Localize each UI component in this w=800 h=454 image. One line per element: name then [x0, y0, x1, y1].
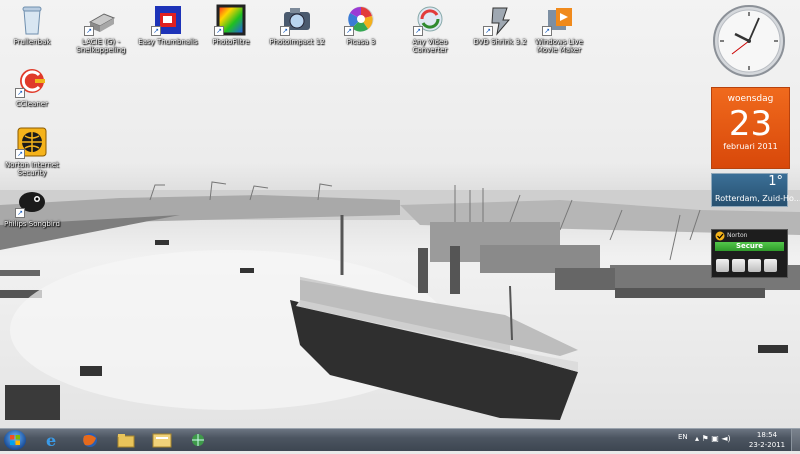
- icon-label: Philips Songbird: [4, 220, 60, 228]
- photofiltre-icon: ↗: [214, 4, 248, 36]
- network-icon[interactable]: ▣: [711, 434, 719, 443]
- shortcut-arrow-icon: ↗: [15, 88, 25, 98]
- norton-brand: Norton: [727, 232, 748, 239]
- svg-text:e: e: [46, 431, 56, 449]
- taskbar-folder[interactable]: [112, 431, 140, 449]
- taskbar: e EN ▴ ⚑ ▣ ◄) 18:54 23-2-2011: [0, 428, 800, 451]
- easy-thumbnails-icon: ↗: [151, 4, 185, 36]
- desktop-icon-philips-songbird[interactable]: ↗ Philips Songbird: [0, 186, 64, 228]
- flag-icon[interactable]: ⚑: [702, 434, 709, 443]
- clock-time: 18:54: [756, 431, 778, 439]
- network-globe-icon: [192, 434, 204, 446]
- desktop-icon-ccleaner[interactable]: ↗ CCleaner: [0, 66, 64, 108]
- icon-label: Prullenbak: [13, 38, 51, 46]
- desktop-icon-picasa[interactable]: ↗ Picasa 3: [329, 4, 393, 46]
- shortcut-arrow-icon: ↗: [214, 26, 224, 36]
- internet-explorer-icon: e: [46, 431, 56, 450]
- icon-label: CCleaner: [16, 100, 48, 108]
- tray-arrow-icon[interactable]: ▴: [695, 434, 699, 443]
- firefox-icon: [83, 433, 97, 447]
- folder-icon: [117, 434, 135, 448]
- desktop-icon-lacie-drive[interactable]: ↗ LACIE (G) - Snelkoppeling: [69, 4, 133, 54]
- icon-label: Windows Live Movie Maker: [535, 38, 583, 54]
- shortcut-arrow-icon: ↗: [542, 26, 552, 36]
- ccleaner-icon: ↗: [15, 66, 49, 98]
- desktop-icon-recycle-bin[interactable]: Prullenbak: [0, 4, 64, 46]
- icon-label: Picasa 3: [346, 38, 376, 46]
- icon-label: Norton Internet Security: [5, 161, 59, 177]
- file-explorer-icon: [152, 433, 172, 448]
- norton-scan-icon[interactable]: [716, 259, 729, 272]
- calendar-gadget[interactable]: woensdag 23 februari 2011: [711, 87, 790, 169]
- taskbar-clock[interactable]: 18:54 23-2-2011: [746, 430, 788, 450]
- norton-globe-icon: ↗: [15, 127, 49, 159]
- norton-tools-icon[interactable]: [732, 259, 745, 272]
- weather-gadget[interactable]: 1° Rotterdam, Zuid-Ho...: [711, 173, 800, 207]
- volume-icon[interactable]: ◄): [721, 434, 730, 443]
- language-indicator[interactable]: EN: [678, 433, 688, 441]
- desktop-icon-dvd-shrink[interactable]: ↗ DVD Shrink 3.2: [468, 4, 532, 46]
- weather-location: Rotterdam, Zuid-Ho...: [715, 194, 800, 203]
- songbird-icon: ↗: [15, 186, 49, 218]
- taskbar-firefox[interactable]: [76, 431, 104, 449]
- recycle-bin-icon: [15, 4, 49, 36]
- shortcut-arrow-icon: ↗: [15, 208, 25, 218]
- desktop-icon-any-video-converter[interactable]: ↗ Any Video Converter: [398, 4, 462, 54]
- drive-icon: ↗: [84, 4, 118, 36]
- norton-check-icon: [715, 231, 725, 241]
- clock-gadget[interactable]: [712, 4, 786, 78]
- video-converter-icon: ↗: [413, 4, 447, 36]
- norton-settings-icon[interactable]: [748, 259, 761, 272]
- weather-temperature: 1°: [768, 174, 783, 189]
- shortcut-arrow-icon: ↗: [413, 26, 423, 36]
- camera-icon: ↗: [280, 4, 314, 36]
- windows-logo-icon: [10, 435, 20, 445]
- picasa-icon: ↗: [344, 4, 378, 36]
- system-tray-icons[interactable]: ▴ ⚑ ▣ ◄): [695, 434, 731, 443]
- taskbar-explorer[interactable]: [148, 431, 176, 449]
- icon-label: DVD Shrink 3.2: [473, 38, 527, 46]
- start-button[interactable]: [4, 430, 26, 450]
- desktop-icon-photoimpact[interactable]: ↗ PhotoImpact 12: [265, 4, 329, 46]
- shortcut-arrow-icon: ↗: [84, 26, 94, 36]
- desktop-wallpaper: [0, 0, 800, 428]
- icon-label: Easy Thumbnails: [138, 38, 198, 46]
- shortcut-arrow-icon: ↗: [344, 26, 354, 36]
- norton-gadget[interactable]: Norton Secure: [711, 229, 788, 278]
- shortcut-arrow-icon: ↗: [15, 149, 25, 159]
- desktop-icon-movie-maker[interactable]: ↗ Windows Live Movie Maker: [527, 4, 591, 54]
- icon-label: LACIE (G) - Snelkoppeling: [76, 38, 126, 54]
- norton-status: Secure: [715, 242, 784, 251]
- shortcut-arrow-icon: ↗: [483, 26, 493, 36]
- desktop-icon-easy-thumbnails[interactable]: ↗ Easy Thumbnails: [136, 4, 200, 46]
- taskbar-internet-explorer[interactable]: e: [38, 431, 66, 450]
- taskbar-network[interactable]: [184, 431, 212, 449]
- desktop-icon-norton-internet-security[interactable]: ↗ Norton Internet Security: [0, 127, 64, 177]
- desktop-icon-photofiltre[interactable]: ↗ PhotoFiltre: [199, 4, 263, 46]
- shortcut-arrow-icon: ↗: [280, 26, 290, 36]
- movie-maker-icon: ↗: [542, 4, 576, 36]
- calendar-day-number: 23: [728, 104, 773, 144]
- icon-label: Any Video Converter: [412, 38, 448, 54]
- norton-check-button-icon[interactable]: [764, 259, 777, 272]
- calendar-month-year: februari 2011: [723, 142, 778, 151]
- calendar-day-name: woensdag: [727, 94, 774, 104]
- icon-label: PhotoImpact 12: [269, 38, 325, 46]
- show-desktop-button[interactable]: [791, 429, 800, 451]
- dvd-shrink-icon: ↗: [483, 4, 517, 36]
- clock-date: 23-2-2011: [748, 441, 786, 449]
- icon-label: PhotoFiltre: [212, 38, 250, 46]
- shortcut-arrow-icon: ↗: [151, 26, 161, 36]
